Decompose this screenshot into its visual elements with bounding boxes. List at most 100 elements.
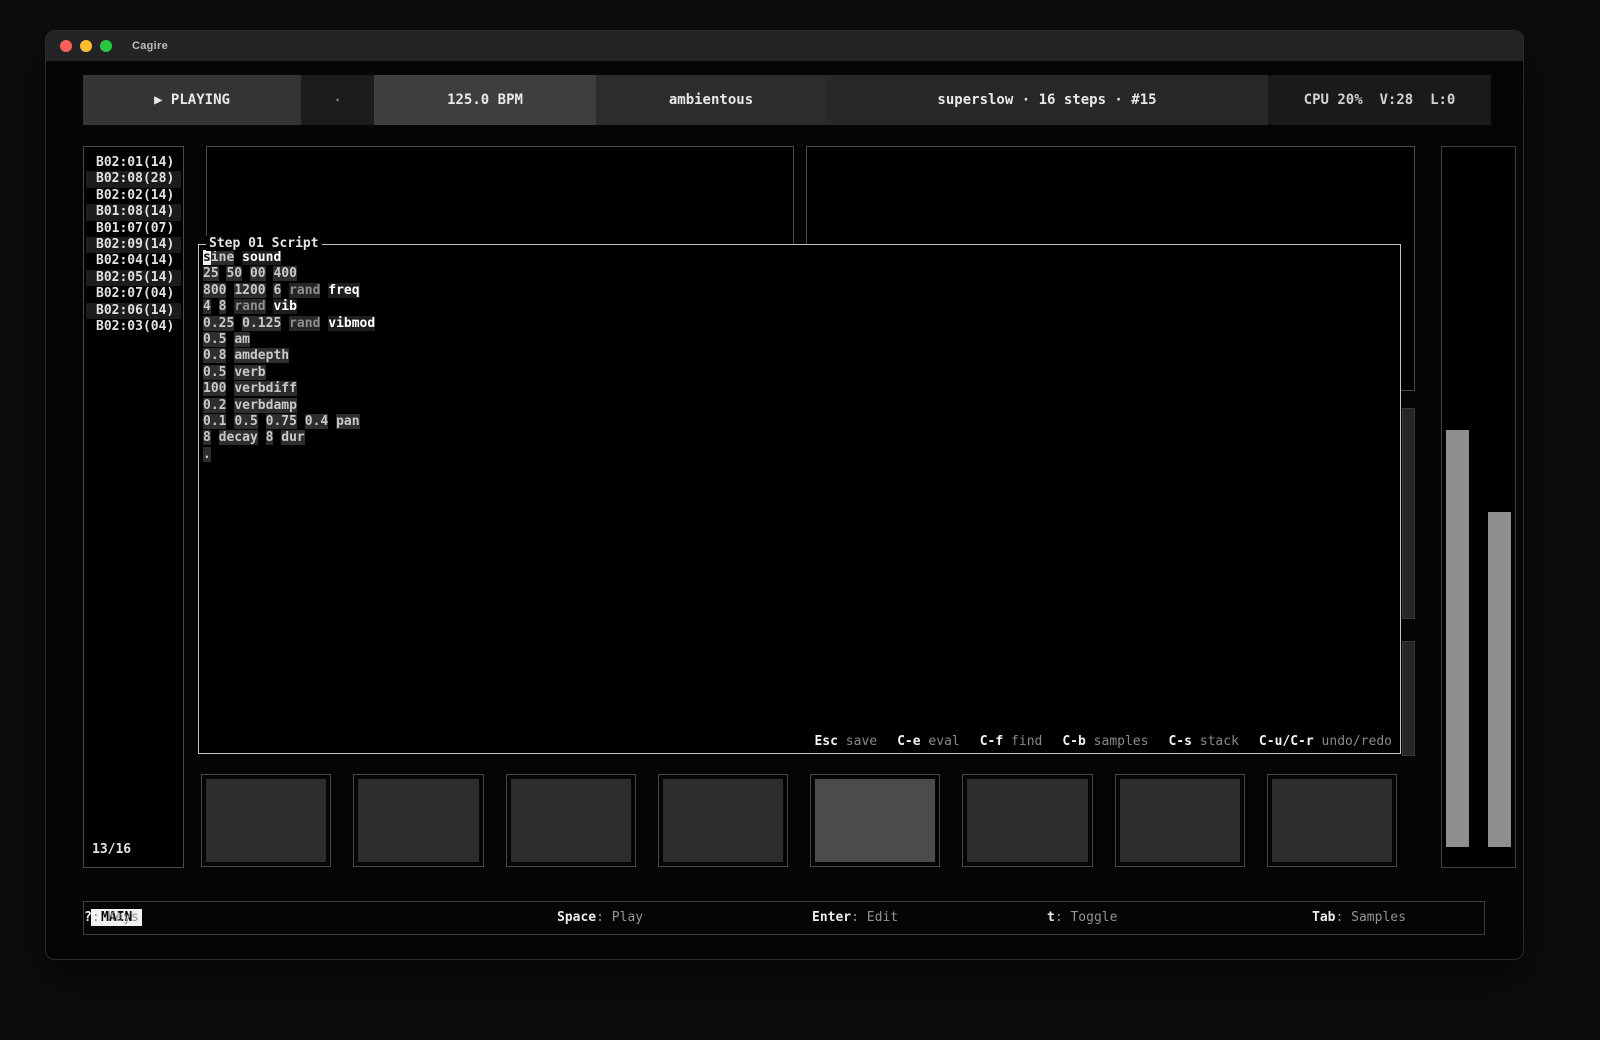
- level-meters-panel: [1441, 146, 1516, 868]
- step-row: [201, 774, 1397, 867]
- maximize-window-button[interactable]: [100, 40, 112, 52]
- step-box: [358, 779, 478, 862]
- step-cell[interactable]: [1115, 774, 1245, 867]
- close-window-button[interactable]: [60, 40, 72, 52]
- step-cell[interactable]: [810, 774, 940, 867]
- code-token: 0.8: [203, 348, 226, 363]
- pattern-list-item[interactable]: B02:05(14): [86, 270, 181, 286]
- pattern-list-item[interactable]: B02:08(28): [86, 171, 181, 187]
- statusbar-scene[interactable]: ambientous: [596, 75, 826, 125]
- code-token: 0.5: [203, 365, 226, 380]
- pattern-list-item[interactable]: B02:03(04): [86, 319, 181, 335]
- pattern-list-item[interactable]: B02:01(14): [86, 155, 181, 171]
- code-token: 0.25: [203, 316, 234, 331]
- keybar-hint: t: Toggle: [1047, 910, 1117, 925]
- code-token: 800: [203, 283, 226, 298]
- code-token: 25: [203, 266, 219, 281]
- code-token: sound: [242, 250, 281, 265]
- pattern-list-item[interactable]: B02:06(14): [86, 303, 181, 319]
- code-token: 400: [273, 266, 296, 281]
- code-token: 0.5: [234, 414, 257, 429]
- code-token: 0.125: [242, 316, 281, 331]
- pattern-list-item[interactable]: B02:04(14): [86, 253, 181, 269]
- code-token: 0.75: [266, 414, 297, 429]
- editor-hint: C-b samples: [1062, 734, 1148, 749]
- pattern-list-item[interactable]: B02:09(14): [86, 237, 181, 253]
- statusbar-transport[interactable]: ▶ PLAYING: [83, 75, 301, 125]
- code-token: verbdiff: [234, 381, 297, 396]
- step-cell[interactable]: [201, 774, 331, 867]
- editor-hint: C-e eval: [897, 734, 960, 749]
- code-line: 100 verbdiff: [203, 381, 1400, 397]
- pattern-counter: 13/16: [92, 842, 131, 857]
- window-titlebar[interactable]: Cagire: [46, 31, 1523, 61]
- code-token: 8: [266, 430, 274, 445]
- step-box: [967, 779, 1087, 862]
- desktop: Cagire ▶ PLAYING·125.0 BPMambientoussupe…: [0, 0, 1600, 1040]
- code-line: 4 8 rand vib: [203, 299, 1400, 315]
- pattern-list-item[interactable]: B02:02(14): [86, 188, 181, 204]
- script-code[interactable]: sine sound25 50 00 400800 1200 6 rand fr…: [199, 245, 1400, 463]
- code-line: 8 decay 8 dur: [203, 430, 1400, 446]
- step-box: [815, 779, 935, 862]
- code-token: ine: [211, 250, 234, 265]
- keybar-hint: Enter: Edit: [812, 910, 898, 925]
- step-box: [1120, 779, 1240, 862]
- code-token: 100: [203, 381, 226, 396]
- code-line: 0.1 0.5 0.75 0.4 pan: [203, 414, 1400, 430]
- editor-hint: C-u/C-r undo/redo: [1259, 734, 1392, 749]
- statusbar-pattern[interactable]: superslow · 16 steps · #15: [826, 75, 1268, 125]
- pattern-list-panel: B02:01(14)B02:08(28)B02:02(14)B01:08(14)…: [83, 146, 184, 868]
- step-cell[interactable]: [1267, 774, 1397, 867]
- pattern-list-item[interactable]: B02:07(04): [86, 286, 181, 302]
- code-token: verb: [234, 365, 265, 380]
- step-cell[interactable]: [506, 774, 636, 867]
- statusbar-stats: CPU 20% V:28 L:0: [1268, 75, 1491, 125]
- step-box: [663, 779, 783, 862]
- code-token: amdepth: [234, 348, 289, 363]
- keybar-hint: ?: Keys: [84, 910, 139, 925]
- code-token: 0.1: [203, 414, 226, 429]
- code-line: 0.8 amdepth: [203, 348, 1400, 364]
- minimize-window-button[interactable]: [80, 40, 92, 52]
- code-line: 800 1200 6 rand freq: [203, 283, 1400, 299]
- code-token: 4: [203, 299, 211, 314]
- editor-title: Step 01 Script: [206, 236, 322, 251]
- code-line: .: [203, 447, 1400, 463]
- code-token: 0.5: [203, 332, 226, 347]
- editor-hint: C-f find: [980, 734, 1043, 749]
- level-meter-bar: [1488, 512, 1511, 847]
- script-editor[interactable]: Step 01 Script sine sound25 50 00 400800…: [198, 244, 1401, 754]
- stack-panel-edge: [1402, 408, 1415, 619]
- pattern-list: B02:01(14)B02:08(28)B02:02(14)B01:08(14)…: [84, 147, 183, 335]
- status-bar: ▶ PLAYING·125.0 BPMambientoussuperslow ·…: [83, 75, 1491, 125]
- code-token: am: [234, 332, 250, 347]
- code-line: sine sound: [203, 250, 1400, 266]
- window-title: Cagire: [132, 40, 168, 52]
- code-token: 1200: [234, 283, 265, 298]
- step-cell[interactable]: [962, 774, 1092, 867]
- code-token: pan: [336, 414, 359, 429]
- code-token: 0.2: [203, 398, 226, 413]
- keybar: MAIN Space: PlayEnter: Editt: ToggleTab:…: [83, 901, 1485, 935]
- statusbar-bpm[interactable]: 125.0 BPM: [374, 75, 596, 125]
- step-cell[interactable]: [658, 774, 788, 867]
- pattern-list-item[interactable]: B01:07(07): [86, 221, 181, 237]
- code-line: 0.2 verbdamp: [203, 398, 1400, 414]
- statusbar-pulse: ·: [301, 75, 374, 125]
- step-cell[interactable]: [353, 774, 483, 867]
- step-box: [511, 779, 631, 862]
- code-line: 0.5 verb: [203, 365, 1400, 381]
- code-token: 8: [203, 430, 211, 445]
- pattern-list-item[interactable]: B01:08(14): [86, 204, 181, 220]
- code-token: rand: [289, 283, 320, 298]
- editor-keybind-hints: Esc saveC-e evalC-f findC-b samplesC-s s…: [794, 734, 1392, 749]
- code-token: 50: [226, 266, 242, 281]
- app-window: Cagire ▶ PLAYING·125.0 BPMambientoussupe…: [45, 30, 1524, 960]
- code-token: freq: [328, 283, 359, 298]
- keybar-hint: Space: Play: [557, 910, 643, 925]
- step-box: [206, 779, 326, 862]
- code-token: vib: [273, 299, 296, 314]
- code-token: vibmod: [328, 316, 375, 331]
- code-token: decay: [219, 430, 258, 445]
